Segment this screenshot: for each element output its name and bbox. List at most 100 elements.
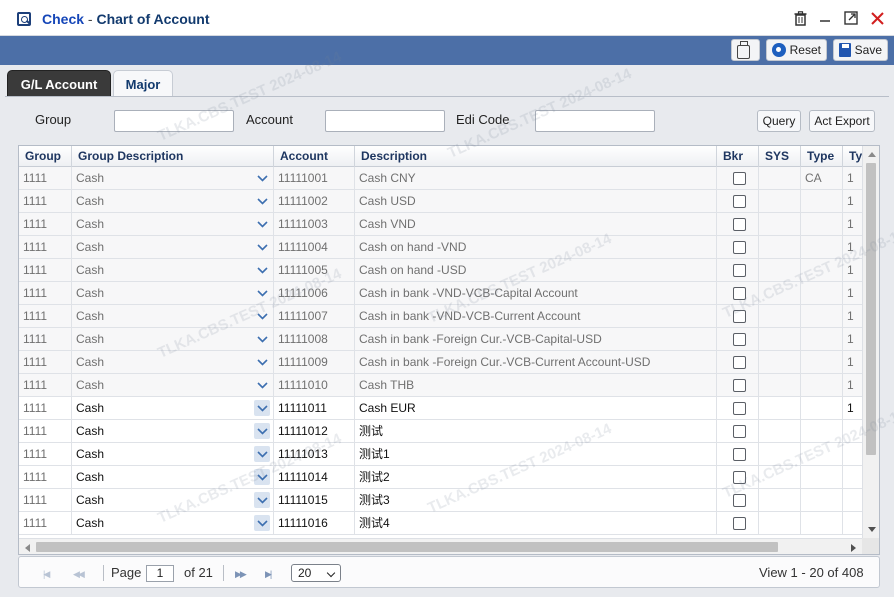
vertical-scroll-thumb[interactable] (866, 163, 876, 455)
table-row[interactable]: 1111 Cash 11111010 Cash THB 1 (19, 374, 862, 397)
table-row[interactable]: 1111 Cash 11111006 Cash in bank -VND-VCB-Ca… (19, 282, 862, 305)
group-input[interactable] (114, 110, 234, 132)
bkr-checkbox[interactable] (733, 310, 746, 323)
col-header-sys[interactable]: SYS (759, 146, 801, 167)
bkr-checkbox[interactable] (733, 379, 746, 392)
page-size-select[interactable]: 20 (291, 564, 341, 582)
last-page-icon[interactable]: ▶| (265, 569, 272, 580)
scroll-up-icon[interactable] (868, 152, 876, 157)
bkr-checkbox[interactable] (733, 425, 746, 438)
chevron-down-icon[interactable] (254, 492, 270, 508)
cell-group-description[interactable]: Cash (72, 489, 274, 511)
bkr-checkbox[interactable] (733, 356, 746, 369)
cell-group-description[interactable]: Cash (72, 167, 274, 189)
cell-group-description[interactable]: Cash (72, 282, 274, 304)
chevron-down-icon[interactable] (254, 193, 270, 209)
horizontal-scroll-thumb[interactable] (36, 542, 778, 552)
chevron-down-icon[interactable] (254, 446, 270, 462)
table-row[interactable]: 1111 Cash 11111003 Cash VND 1 (19, 213, 862, 236)
cell-group-description[interactable]: Cash (72, 466, 274, 488)
chevron-down-icon[interactable] (254, 262, 270, 278)
cell-group-description[interactable]: Cash (72, 328, 274, 350)
col-header-group[interactable]: Group (19, 146, 72, 167)
col-header-type[interactable]: Type (801, 146, 843, 167)
col-header-account[interactable]: Account (274, 146, 355, 167)
table-row[interactable]: 1111 Cash 11111004 Cash on hand -VND 1 (19, 236, 862, 259)
cell-group-description[interactable]: Cash (72, 397, 274, 419)
cell-group-description[interactable]: Cash (72, 259, 274, 281)
tab-major[interactable]: Major (113, 70, 173, 97)
table-row[interactable]: 1111 Cash 11111015 测试3 (19, 489, 862, 512)
col-header-ty[interactable]: Ty (843, 146, 862, 167)
col-header-bkr[interactable]: Bkr (717, 146, 759, 167)
next-page-icon[interactable]: ▶▶ (235, 569, 247, 580)
bkr-checkbox[interactable] (733, 448, 746, 461)
trash-icon[interactable] (792, 10, 808, 26)
bkr-checkbox[interactable] (733, 471, 746, 484)
chevron-down-icon[interactable] (254, 216, 270, 232)
bkr-checkbox[interactable] (733, 172, 746, 185)
bkr-checkbox[interactable] (733, 517, 746, 530)
chevron-down-icon[interactable] (254, 308, 270, 324)
horizontal-scrollbar[interactable] (19, 538, 862, 554)
table-row[interactable]: 1111 Cash 11111014 测试2 (19, 466, 862, 489)
bkr-checkbox[interactable] (733, 402, 746, 415)
cell-group-description[interactable]: Cash (72, 512, 274, 534)
cell-group-description[interactable]: Cash (72, 443, 274, 465)
bkr-checkbox[interactable] (733, 264, 746, 277)
table-row[interactable]: 1111 Cash 11111012 测试 (19, 420, 862, 443)
col-header-description[interactable]: Description (355, 146, 717, 167)
scroll-down-icon[interactable] (868, 527, 876, 532)
query-button[interactable]: Query (757, 110, 801, 132)
page-number-input[interactable]: 1 (146, 565, 174, 582)
bkr-checkbox[interactable] (733, 195, 746, 208)
table-row[interactable]: 1111 Cash 11111016 测试4 (19, 512, 862, 535)
first-page-icon[interactable]: |◀ (43, 569, 50, 580)
chevron-down-icon[interactable] (254, 285, 270, 301)
reset-button[interactable]: Reset (766, 39, 827, 61)
col-header-group-description[interactable]: Group Description (72, 146, 274, 167)
table-row[interactable]: 1111 Cash 11111007 Cash in bank -VND-VCB-Cu… (19, 305, 862, 328)
chevron-down-icon[interactable] (254, 515, 270, 531)
cell-group-description[interactable]: Cash (72, 190, 274, 212)
bkr-checkbox[interactable] (733, 494, 746, 507)
cell-group-description[interactable]: Cash (72, 236, 274, 258)
table-row[interactable]: 1111 Cash 11111001 Cash CNY CA 1 (19, 167, 862, 190)
scroll-left-icon[interactable] (25, 544, 30, 552)
chevron-down-icon[interactable] (254, 170, 270, 186)
table-row[interactable]: 1111 Cash 11111011 Cash EUR 1 (19, 397, 862, 420)
edi-code-input[interactable] (535, 110, 655, 132)
print-button[interactable] (731, 39, 760, 61)
chevron-down-icon[interactable] (254, 423, 270, 439)
chevron-down-icon[interactable] (254, 331, 270, 347)
bkr-checkbox[interactable] (733, 333, 746, 346)
chevron-down-icon[interactable] (254, 354, 270, 370)
chevron-down-icon[interactable] (254, 400, 270, 416)
cell-group-description[interactable]: Cash (72, 420, 274, 442)
vertical-scrollbar[interactable] (862, 146, 879, 538)
bkr-checkbox[interactable] (733, 287, 746, 300)
table-row[interactable]: 1111 Cash 11111005 Cash on hand -USD 1 (19, 259, 862, 282)
bkr-checkbox[interactable] (733, 241, 746, 254)
table-row[interactable]: 1111 Cash 11111002 Cash USD 1 (19, 190, 862, 213)
cell-group-description[interactable]: Cash (72, 374, 274, 396)
chevron-down-icon[interactable] (254, 239, 270, 255)
cell-group-description[interactable]: Cash (72, 351, 274, 373)
cell-group-description[interactable]: Cash (72, 213, 274, 235)
table-row[interactable]: 1111 Cash 11111009 Cash in bank -Foreign Cu… (19, 351, 862, 374)
table-row[interactable]: 1111 Cash 11111008 Cash in bank -Foreign Cu… (19, 328, 862, 351)
chevron-down-icon[interactable] (254, 469, 270, 485)
save-button[interactable]: Save (833, 39, 888, 61)
tab-gl-account[interactable]: G/L Account (7, 70, 111, 97)
act-export-button[interactable]: Act Export (809, 110, 875, 132)
close-icon[interactable] (869, 10, 885, 26)
cell-group-description[interactable]: Cash (72, 305, 274, 327)
maximize-icon[interactable] (843, 10, 859, 26)
minimize-icon[interactable] (817, 10, 833, 26)
account-input[interactable] (325, 110, 445, 132)
table-row[interactable]: 1111 Cash 11111013 测试1 (19, 443, 862, 466)
bkr-checkbox[interactable] (733, 218, 746, 231)
chevron-down-icon[interactable] (254, 377, 270, 393)
scroll-right-icon[interactable] (851, 544, 856, 552)
prev-page-icon[interactable]: ◀◀ (73, 569, 85, 580)
